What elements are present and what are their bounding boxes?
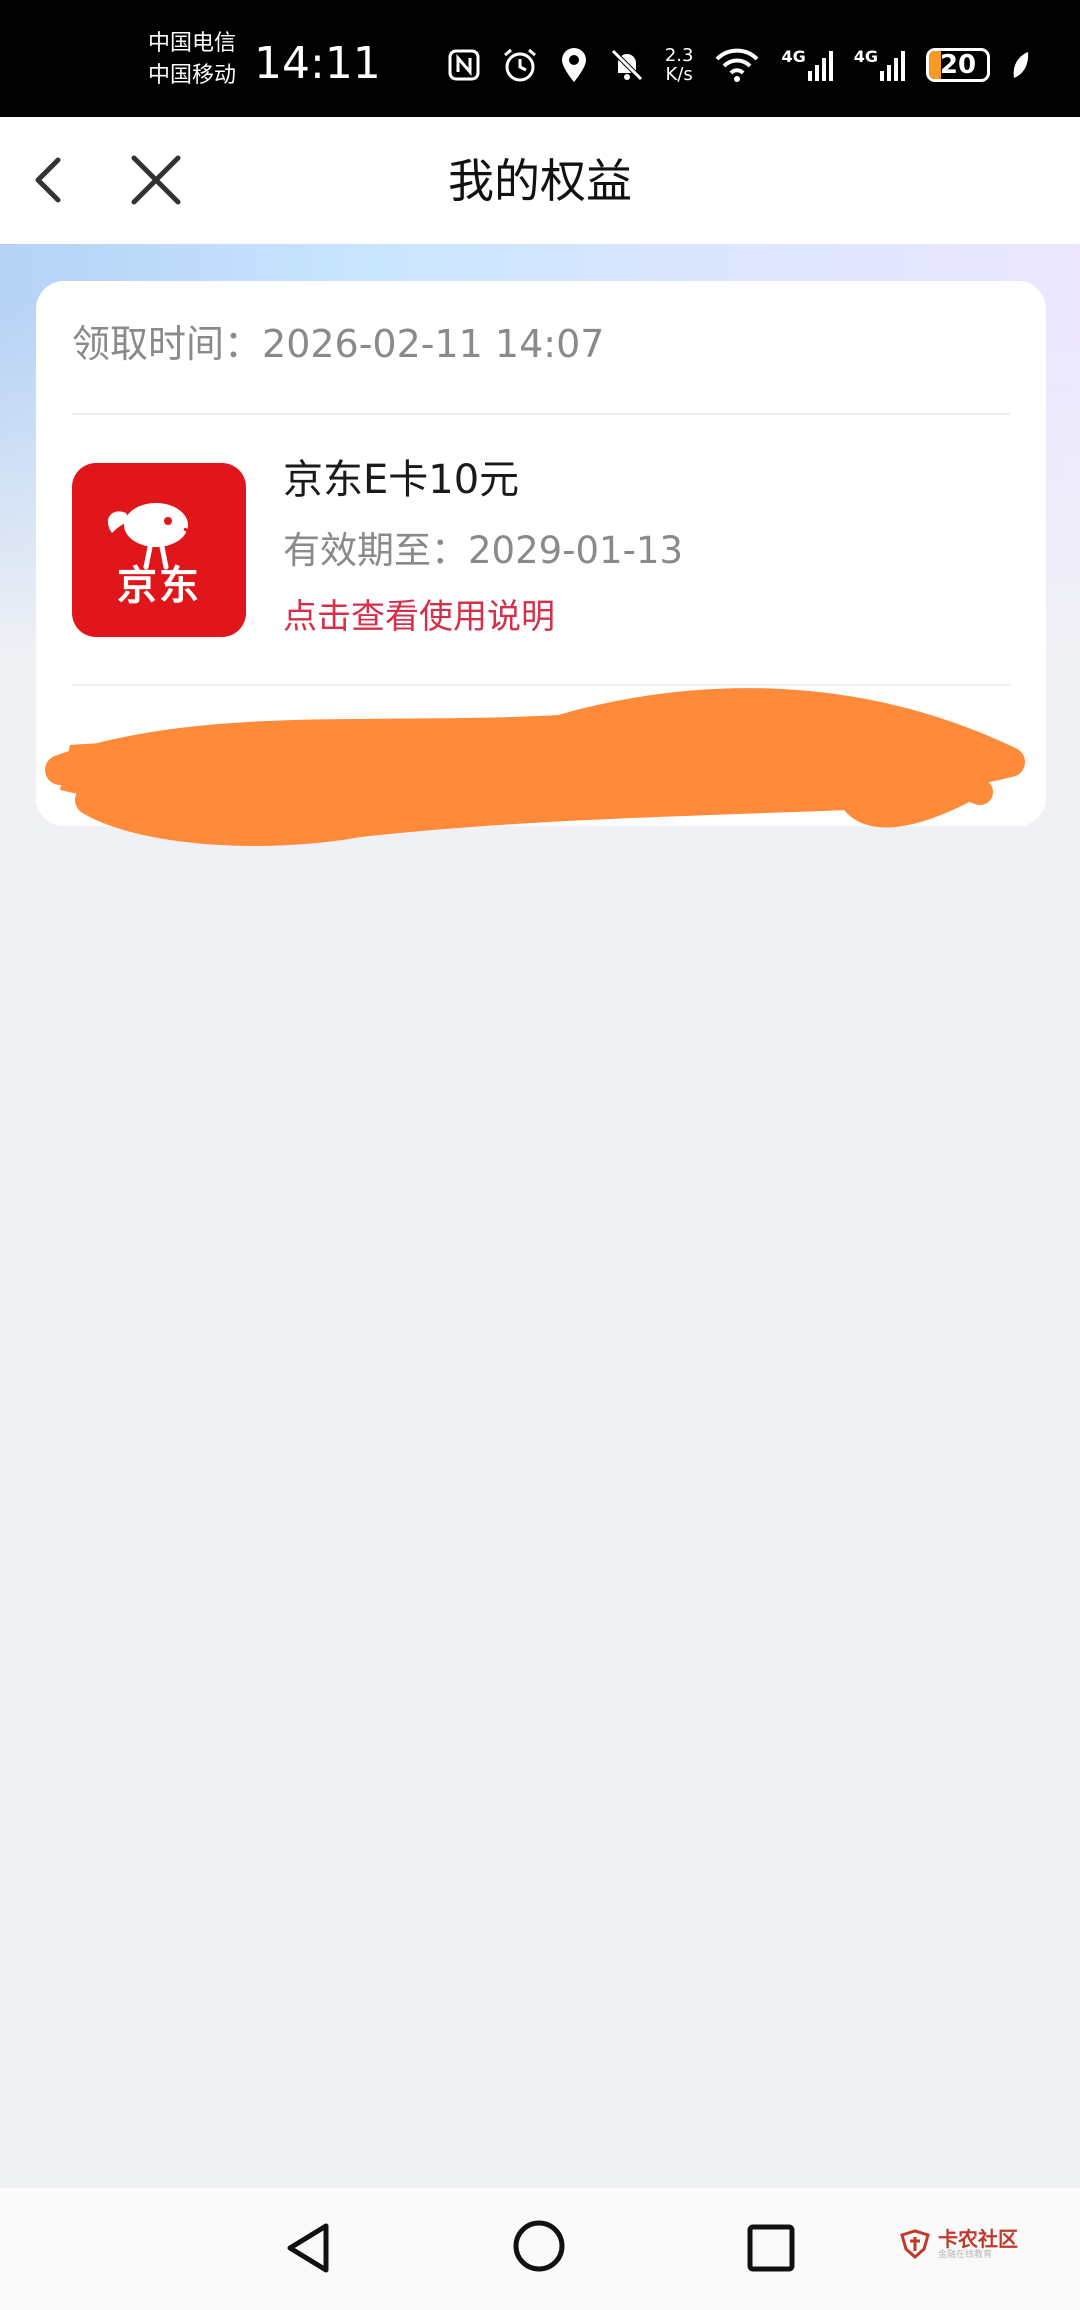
carrier-1: 中国电信 [148,31,237,56]
status-bar: 中国电信 中国移动 14:11 2.3 K/s 4G 4G 20 [0,0,1080,117]
system-nav-bar: 卡农社区 金融在线教育 [0,2188,1080,2310]
status-clock: 14:11 [254,38,381,89]
net-speed-unit: K/s [665,64,693,85]
page-title: 我的权益 [448,154,632,208]
network-type-1: 4G [781,47,806,66]
watermark-logo-icon [900,2229,930,2260]
claim-time-row: 领取时间：2026-02-11 14:07 [72,319,604,369]
signal-bars-2-icon [880,51,905,81]
carrier-2: 中国移动 [148,63,237,88]
network-type-2: 4G [853,47,878,66]
net-speed: 2.3 K/s [665,46,694,84]
expiry-date: 2029-01-13 [468,529,684,572]
nfc-icon [448,49,480,81]
signal-bars-1-icon [807,51,833,81]
nav-recent-apps-icon[interactable] [739,2216,803,2280]
watermark-text: 卡农社区 金融在线教育 [938,2228,1018,2261]
leaf-icon [1013,52,1029,78]
signal-2: 4G [854,49,906,81]
nav-back-icon[interactable] [278,2216,342,2280]
usage-instructions-link[interactable]: 点击查看使用说明 [283,594,555,640]
jd-logo-text: 京东 [117,563,201,609]
carrier-info: 中国电信 中国移动 [148,28,236,92]
item-name: 京东E卡10元 [283,457,520,503]
claim-time-label: 领取时间： [72,322,263,366]
battery-level: 20 [939,50,977,80]
watermark-title: 卡农社区 [938,2226,1018,2251]
watermark-subtitle: 金融在线教育 [938,2249,993,2260]
location-icon [561,48,586,82]
expiry-label: 有效期至： [283,529,468,572]
divider [72,684,1010,686]
divider [72,413,1010,415]
mute-bell-icon [611,49,643,81]
signal-1: 4G [781,49,833,81]
status-icons: 2.3 K/s 4G 4G 20 [447,40,1030,90]
benefit-card: 领取时间：2026-02-11 14:07 京东 京东E卡10元 有效期至：20… [36,281,1046,826]
alarm-icon [503,48,536,82]
watermark: 卡农社区 金融在线教育 [898,2224,1018,2264]
nav-header: 我的权益 [0,117,1080,244]
claim-time-value: 2026-02-11 14:07 [262,322,605,366]
jd-logo: 京东 [72,463,246,637]
wifi-icon [716,48,759,82]
nav-home-icon[interactable] [507,2214,571,2278]
net-speed-value: 2.3 [664,45,694,66]
battery-indicator: 20 [926,48,990,82]
expiry-row: 有效期至：2029-01-13 [283,526,683,576]
